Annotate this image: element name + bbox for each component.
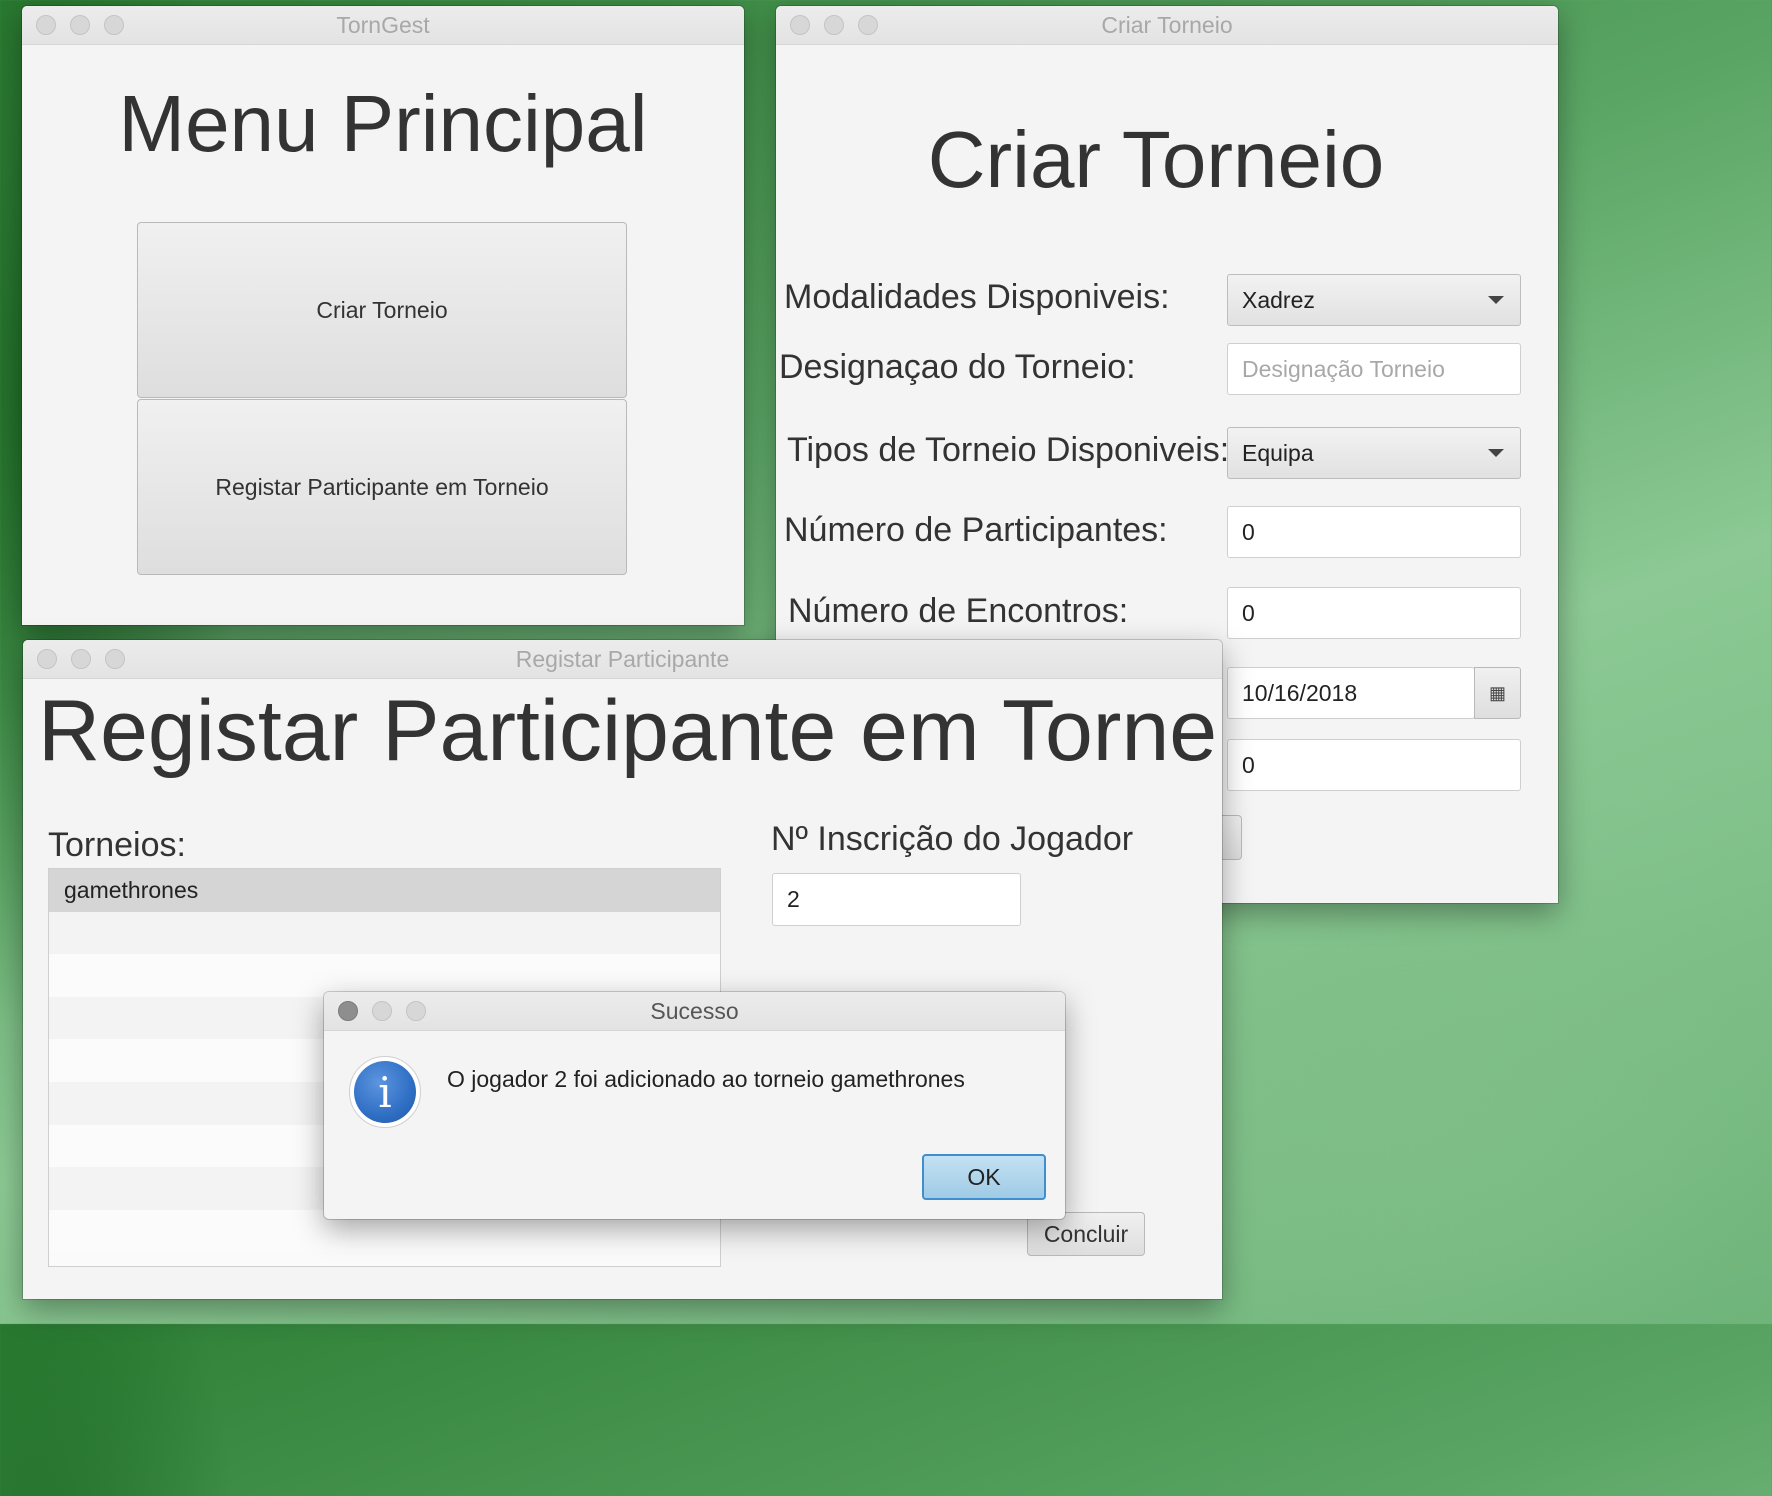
list-item[interactable]: gamethrones bbox=[49, 869, 720, 912]
jogador-input[interactable]: 2 bbox=[772, 873, 1021, 926]
modalidades-value: Xadrez bbox=[1242, 286, 1315, 313]
dialog-title: Sucesso bbox=[650, 998, 739, 1024]
modalidades-label: Modalidades Disponiveis: bbox=[784, 278, 1170, 316]
num-participantes-input[interactable]: 0 bbox=[1227, 506, 1521, 558]
zoom-icon[interactable] bbox=[104, 15, 124, 35]
window-title: Registar Participante bbox=[515, 646, 730, 672]
window-controls bbox=[790, 15, 878, 35]
window-controls bbox=[36, 15, 124, 35]
list-item[interactable] bbox=[49, 954, 720, 997]
menu-window: TornGest Menu Principal Criar Torneio Re… bbox=[22, 6, 744, 625]
register-window-titlebar[interactable]: Registar Participante bbox=[23, 640, 1222, 679]
dialog-message: O jogador 2 foi adicionado ao torneio ga… bbox=[447, 1066, 965, 1092]
minimize-icon[interactable] bbox=[824, 15, 844, 35]
chevron-down-icon bbox=[1488, 296, 1504, 304]
tipos-value: Equipa bbox=[1242, 439, 1314, 466]
extra-number-input[interactable]: 0 bbox=[1227, 739, 1521, 791]
designacao-input[interactable]: Designação Torneio bbox=[1227, 343, 1521, 395]
window-title: TornGest bbox=[336, 12, 430, 38]
tipos-label: Tipos de Torneio Disponiveis: bbox=[787, 431, 1230, 469]
page-title: Criar Torneio bbox=[927, 115, 1385, 204]
num-encontros-label: Número de Encontros: bbox=[788, 592, 1129, 630]
create-window-titlebar[interactable]: Criar Torneio bbox=[776, 6, 1558, 45]
date-input[interactable]: 10/16/2018 bbox=[1227, 667, 1475, 719]
modalidades-select[interactable]: Xadrez bbox=[1227, 274, 1521, 326]
num-encontros-input[interactable]: 0 bbox=[1227, 587, 1521, 639]
minimize-icon[interactable] bbox=[372, 1001, 392, 1021]
page-title: Menu Principal bbox=[118, 79, 648, 168]
num-participantes-label: Número de Participantes: bbox=[784, 511, 1168, 549]
minimize-icon[interactable] bbox=[70, 15, 90, 35]
register-heading-clip: Registar Participante em Torneio bbox=[23, 680, 1222, 790]
jogador-label: Nº Inscrição do Jogador bbox=[771, 820, 1134, 858]
designacao-label: Designaçao do Torneio: bbox=[779, 348, 1136, 386]
calendar-icon: ▦ bbox=[1488, 682, 1506, 703]
list-item[interactable] bbox=[49, 911, 720, 955]
zoom-icon[interactable] bbox=[406, 1001, 426, 1021]
info-icon-disc: i bbox=[354, 1061, 416, 1123]
zoom-icon[interactable] bbox=[105, 649, 125, 669]
page-title: Registar Participante em Torneio bbox=[38, 683, 1222, 779]
window-controls bbox=[37, 649, 125, 669]
window-title: Criar Torneio bbox=[1101, 12, 1233, 38]
close-icon[interactable] bbox=[338, 1001, 358, 1021]
close-icon[interactable] bbox=[790, 15, 810, 35]
chevron-down-icon bbox=[1488, 449, 1504, 457]
dialog-titlebar[interactable]: Sucesso bbox=[324, 992, 1065, 1031]
info-icon: i bbox=[349, 1056, 421, 1128]
torneios-label: Torneios: bbox=[48, 826, 186, 864]
tipos-select[interactable]: Equipa bbox=[1227, 427, 1521, 479]
calendar-button[interactable]: ▦ bbox=[1474, 667, 1521, 719]
menu-window-titlebar[interactable]: TornGest bbox=[22, 6, 744, 45]
registar-participante-button[interactable]: Registar Participante em Torneio bbox=[137, 399, 627, 575]
ok-button[interactable]: OK bbox=[922, 1154, 1046, 1200]
minimize-icon[interactable] bbox=[71, 649, 91, 669]
criar-torneio-button[interactable]: Criar Torneio bbox=[137, 222, 627, 398]
close-icon[interactable] bbox=[36, 15, 56, 35]
zoom-icon[interactable] bbox=[858, 15, 878, 35]
close-icon[interactable] bbox=[37, 649, 57, 669]
success-dialog: Sucesso i O jogador 2 foi adicionado ao … bbox=[324, 992, 1065, 1219]
window-controls bbox=[338, 1001, 426, 1021]
list-item-label: gamethrones bbox=[64, 876, 199, 903]
